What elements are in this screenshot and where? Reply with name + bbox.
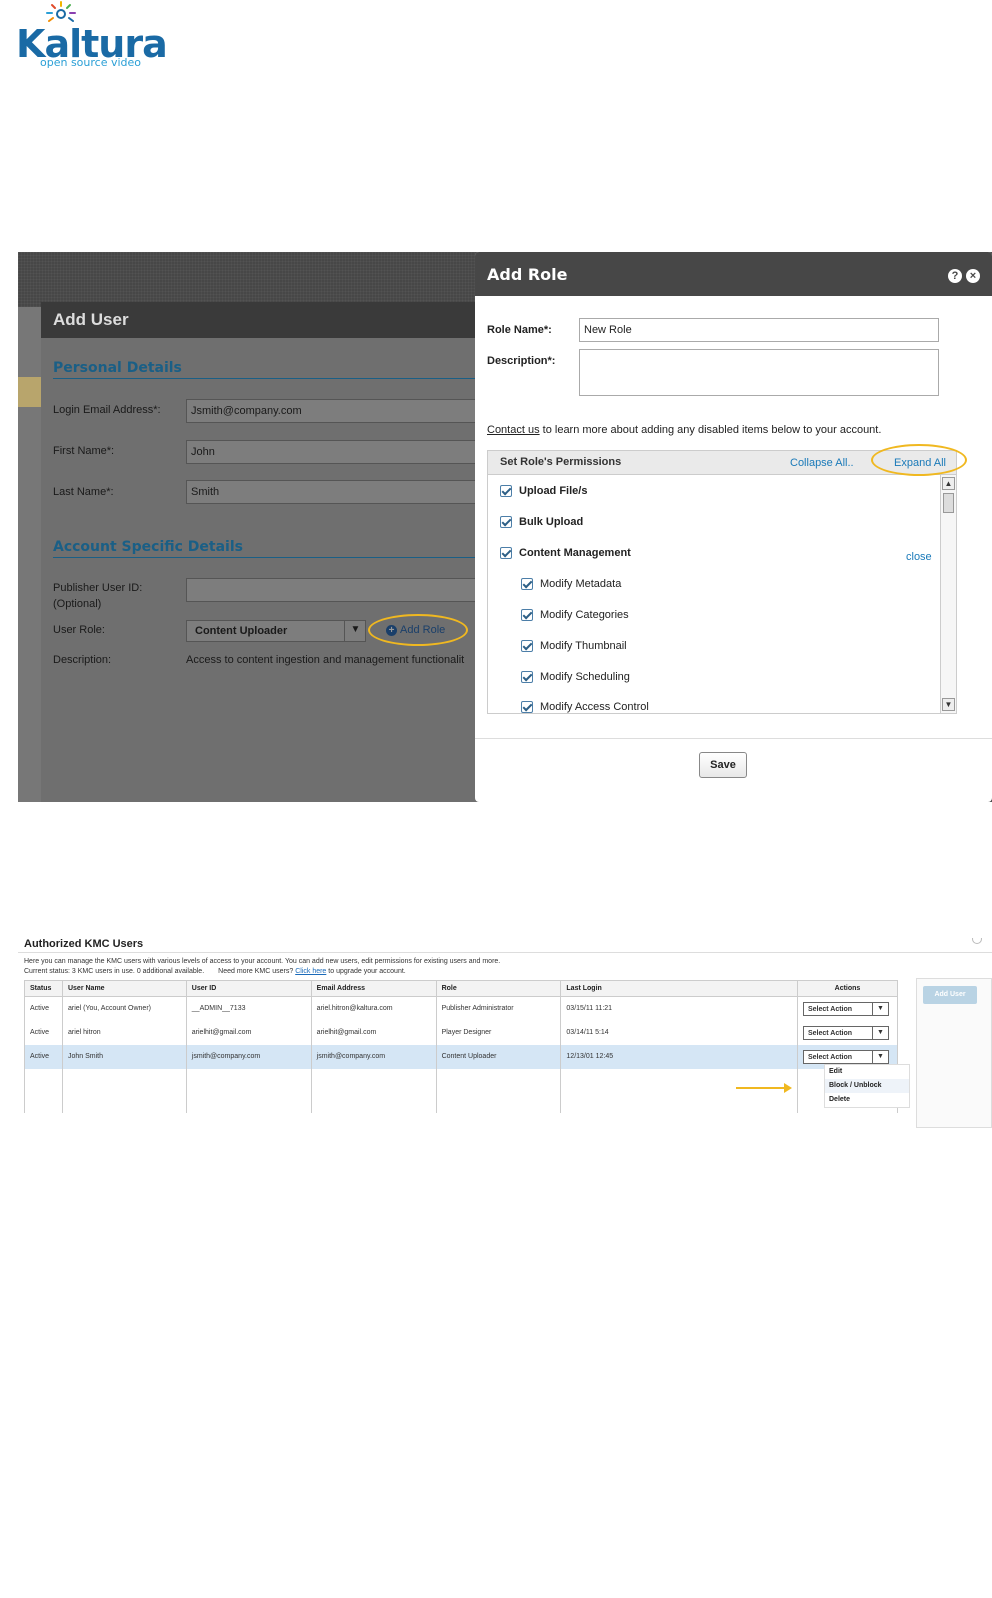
perm-bulk-upload[interactable]: Bulk Upload bbox=[500, 516, 583, 528]
publisher-optional-label: (Optional) bbox=[53, 598, 102, 610]
checkbox-icon[interactable] bbox=[500, 516, 512, 528]
kmc-users-intro: Here you can manage the KMC users with v… bbox=[24, 958, 501, 965]
add-user-button[interactable]: Add User bbox=[923, 986, 977, 1004]
kmc-users-screenshot: Authorized KMC Users Here you can manage… bbox=[18, 938, 992, 1128]
personal-details-heading: Personal Details bbox=[53, 360, 182, 376]
col-status[interactable]: Status bbox=[24, 980, 63, 997]
click-here-link[interactable]: Click here bbox=[295, 968, 326, 975]
checkbox-icon[interactable] bbox=[521, 640, 533, 652]
collapse-all-link[interactable]: Collapse All.. bbox=[790, 457, 854, 469]
kmc-users-status: Current status: 3 KMC users in use. 0 ad… bbox=[24, 968, 406, 975]
permissions-scrollbar[interactable]: ▲ ▼ bbox=[940, 475, 956, 713]
perm-modify-thumbnail[interactable]: Modify Thumbnail bbox=[521, 640, 627, 652]
login-email-field[interactable]: Jsmith@company.com bbox=[186, 399, 506, 423]
account-details-heading: Account Specific Details bbox=[53, 539, 243, 555]
kaltura-logo: Kaltura open source video bbox=[14, 0, 168, 70]
col-email[interactable]: Email Address bbox=[310, 980, 437, 997]
save-button[interactable]: Save bbox=[699, 752, 747, 778]
help-icon[interactable]: ? bbox=[948, 269, 962, 283]
col-last-login[interactable]: Last Login bbox=[560, 980, 798, 997]
menu-item-edit[interactable]: Edit bbox=[825, 1065, 909, 1079]
col-user-id[interactable]: User ID bbox=[185, 980, 312, 997]
role-name-field[interactable]: New Role bbox=[579, 318, 939, 342]
perm-upload-files[interactable]: Upload File/s bbox=[500, 485, 587, 497]
login-email-label: Login Email Address*: bbox=[53, 404, 161, 416]
description-label: Description: bbox=[53, 654, 112, 666]
close-icon[interactable]: × bbox=[966, 269, 980, 283]
first-name-label: First Name*: bbox=[53, 445, 115, 457]
scroll-thumb[interactable] bbox=[943, 493, 954, 513]
contact-notice: Contact us to learn more about adding an… bbox=[487, 424, 882, 436]
perm-modify-scheduling[interactable]: Modify Scheduling bbox=[521, 671, 630, 683]
role-description-label: Description*: bbox=[487, 355, 556, 367]
permissions-title: Set Role's Permissions bbox=[500, 456, 622, 468]
perm-modify-access-control[interactable]: Modify Access Control bbox=[521, 701, 649, 713]
perm-content-management[interactable]: Content Management bbox=[500, 547, 631, 559]
role-name-label: Role Name*: bbox=[487, 324, 552, 336]
background-page-strip bbox=[18, 307, 42, 802]
highlight-oval-add-role bbox=[368, 614, 468, 646]
table-row bbox=[24, 1068, 899, 1113]
col-role[interactable]: Role bbox=[435, 980, 562, 997]
menu-item-delete[interactable]: Delete bbox=[825, 1093, 909, 1107]
table-row[interactable]: Active ariel (You, Account Owner) __ADMI… bbox=[24, 996, 899, 1021]
table-row[interactable]: Active John Smith jsmith@company.com jsm… bbox=[24, 1044, 899, 1069]
add-user-dialog: Add User Personal Details Login Email Ad… bbox=[41, 302, 511, 802]
add-user-title: Add User bbox=[41, 302, 511, 338]
last-name-label: Last Name*: bbox=[53, 486, 114, 498]
logo-tagline: open source video bbox=[40, 56, 142, 69]
permissions-panel: Set Role's Permissions Collapse All.. Ex… bbox=[487, 450, 957, 714]
close-section-link[interactable]: close bbox=[906, 551, 932, 563]
role-description-text: Access to content ingestion and manageme… bbox=[186, 654, 465, 666]
chevron-down-icon[interactable]: ▼ bbox=[344, 620, 366, 642]
highlight-oval-expand-all bbox=[871, 444, 967, 476]
publisher-id-label: Publisher User ID: bbox=[53, 582, 143, 594]
user-role-label: User Role: bbox=[53, 624, 105, 636]
first-name-field[interactable]: John bbox=[186, 440, 506, 464]
add-role-title: Add Role bbox=[475, 252, 992, 296]
scroll-down-icon[interactable]: ▼ bbox=[942, 698, 955, 711]
perm-modify-metadata[interactable]: Modify Metadata bbox=[521, 578, 621, 590]
menu-item-block-unblock[interactable]: Block / Unblock bbox=[825, 1079, 909, 1093]
perm-modify-categories[interactable]: Modify Categories bbox=[521, 609, 629, 621]
table-row[interactable]: Active ariel hitron arielhit@gmail.com a… bbox=[24, 1020, 899, 1045]
publisher-id-field[interactable] bbox=[186, 578, 506, 602]
select-action-dropdown[interactable]: Select Action ▼ bbox=[802, 1025, 889, 1040]
contact-us-link[interactable]: Contact us bbox=[487, 424, 540, 436]
select-action-dropdown[interactable]: Select Action ▼ bbox=[802, 1049, 889, 1064]
checkbox-icon[interactable] bbox=[521, 578, 533, 590]
checkbox-icon[interactable] bbox=[521, 609, 533, 621]
checkbox-icon[interactable] bbox=[500, 547, 512, 559]
action-menu: Edit Block / Unblock Delete bbox=[824, 1064, 910, 1108]
user-role-select[interactable]: Content Uploader bbox=[186, 620, 366, 642]
chevron-down-icon[interactable]: ▼ bbox=[871, 1050, 888, 1063]
col-user-name[interactable]: User Name bbox=[61, 980, 187, 997]
role-description-field[interactable] bbox=[579, 349, 939, 396]
annotation-arrow-icon bbox=[736, 1083, 792, 1093]
select-action-dropdown[interactable]: Select Action ▼ bbox=[802, 1001, 889, 1016]
last-name-field[interactable]: Smith bbox=[186, 480, 506, 504]
chevron-down-icon[interactable]: ▼ bbox=[871, 1026, 888, 1039]
users-table: Status User Name User ID Email Address R… bbox=[24, 980, 899, 1113]
help-icon[interactable] bbox=[972, 938, 982, 944]
add-role-dialog: Add Role ? × Role Name*: New Role Descrip… bbox=[475, 252, 992, 802]
checkbox-icon[interactable] bbox=[521, 671, 533, 683]
chevron-down-icon[interactable]: ▼ bbox=[871, 1002, 888, 1015]
kmc-users-title: Authorized KMC Users bbox=[24, 938, 144, 950]
add-role-screenshot: Add User Personal Details Login Email Ad… bbox=[18, 252, 992, 802]
col-actions: Actions bbox=[796, 980, 899, 997]
scroll-up-icon[interactable]: ▲ bbox=[942, 477, 955, 490]
checkbox-icon[interactable] bbox=[521, 701, 533, 713]
checkbox-icon[interactable] bbox=[500, 485, 512, 497]
